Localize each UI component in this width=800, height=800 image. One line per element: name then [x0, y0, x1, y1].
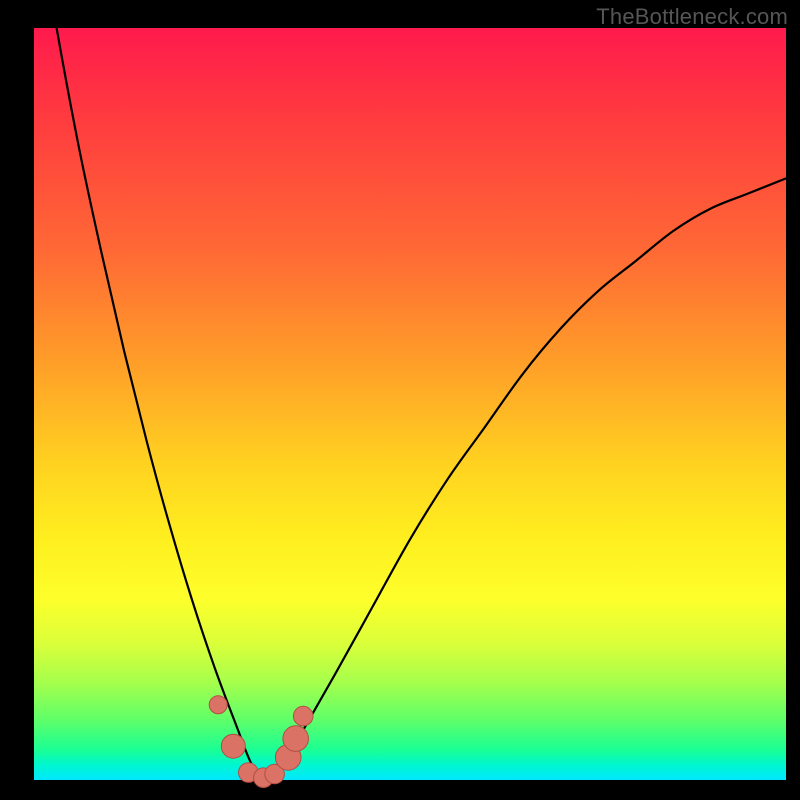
curve-marker [209, 696, 227, 714]
plot-area [34, 28, 786, 780]
chart-frame: TheBottleneck.com [0, 0, 800, 800]
watermark-text: TheBottleneck.com [596, 4, 788, 30]
curve-marker [283, 726, 309, 752]
curve-marker [293, 706, 313, 726]
bottleneck-curve-svg [34, 28, 786, 780]
marker-group [209, 696, 313, 788]
curve-marker [221, 734, 245, 758]
bottleneck-curve [34, 0, 786, 780]
